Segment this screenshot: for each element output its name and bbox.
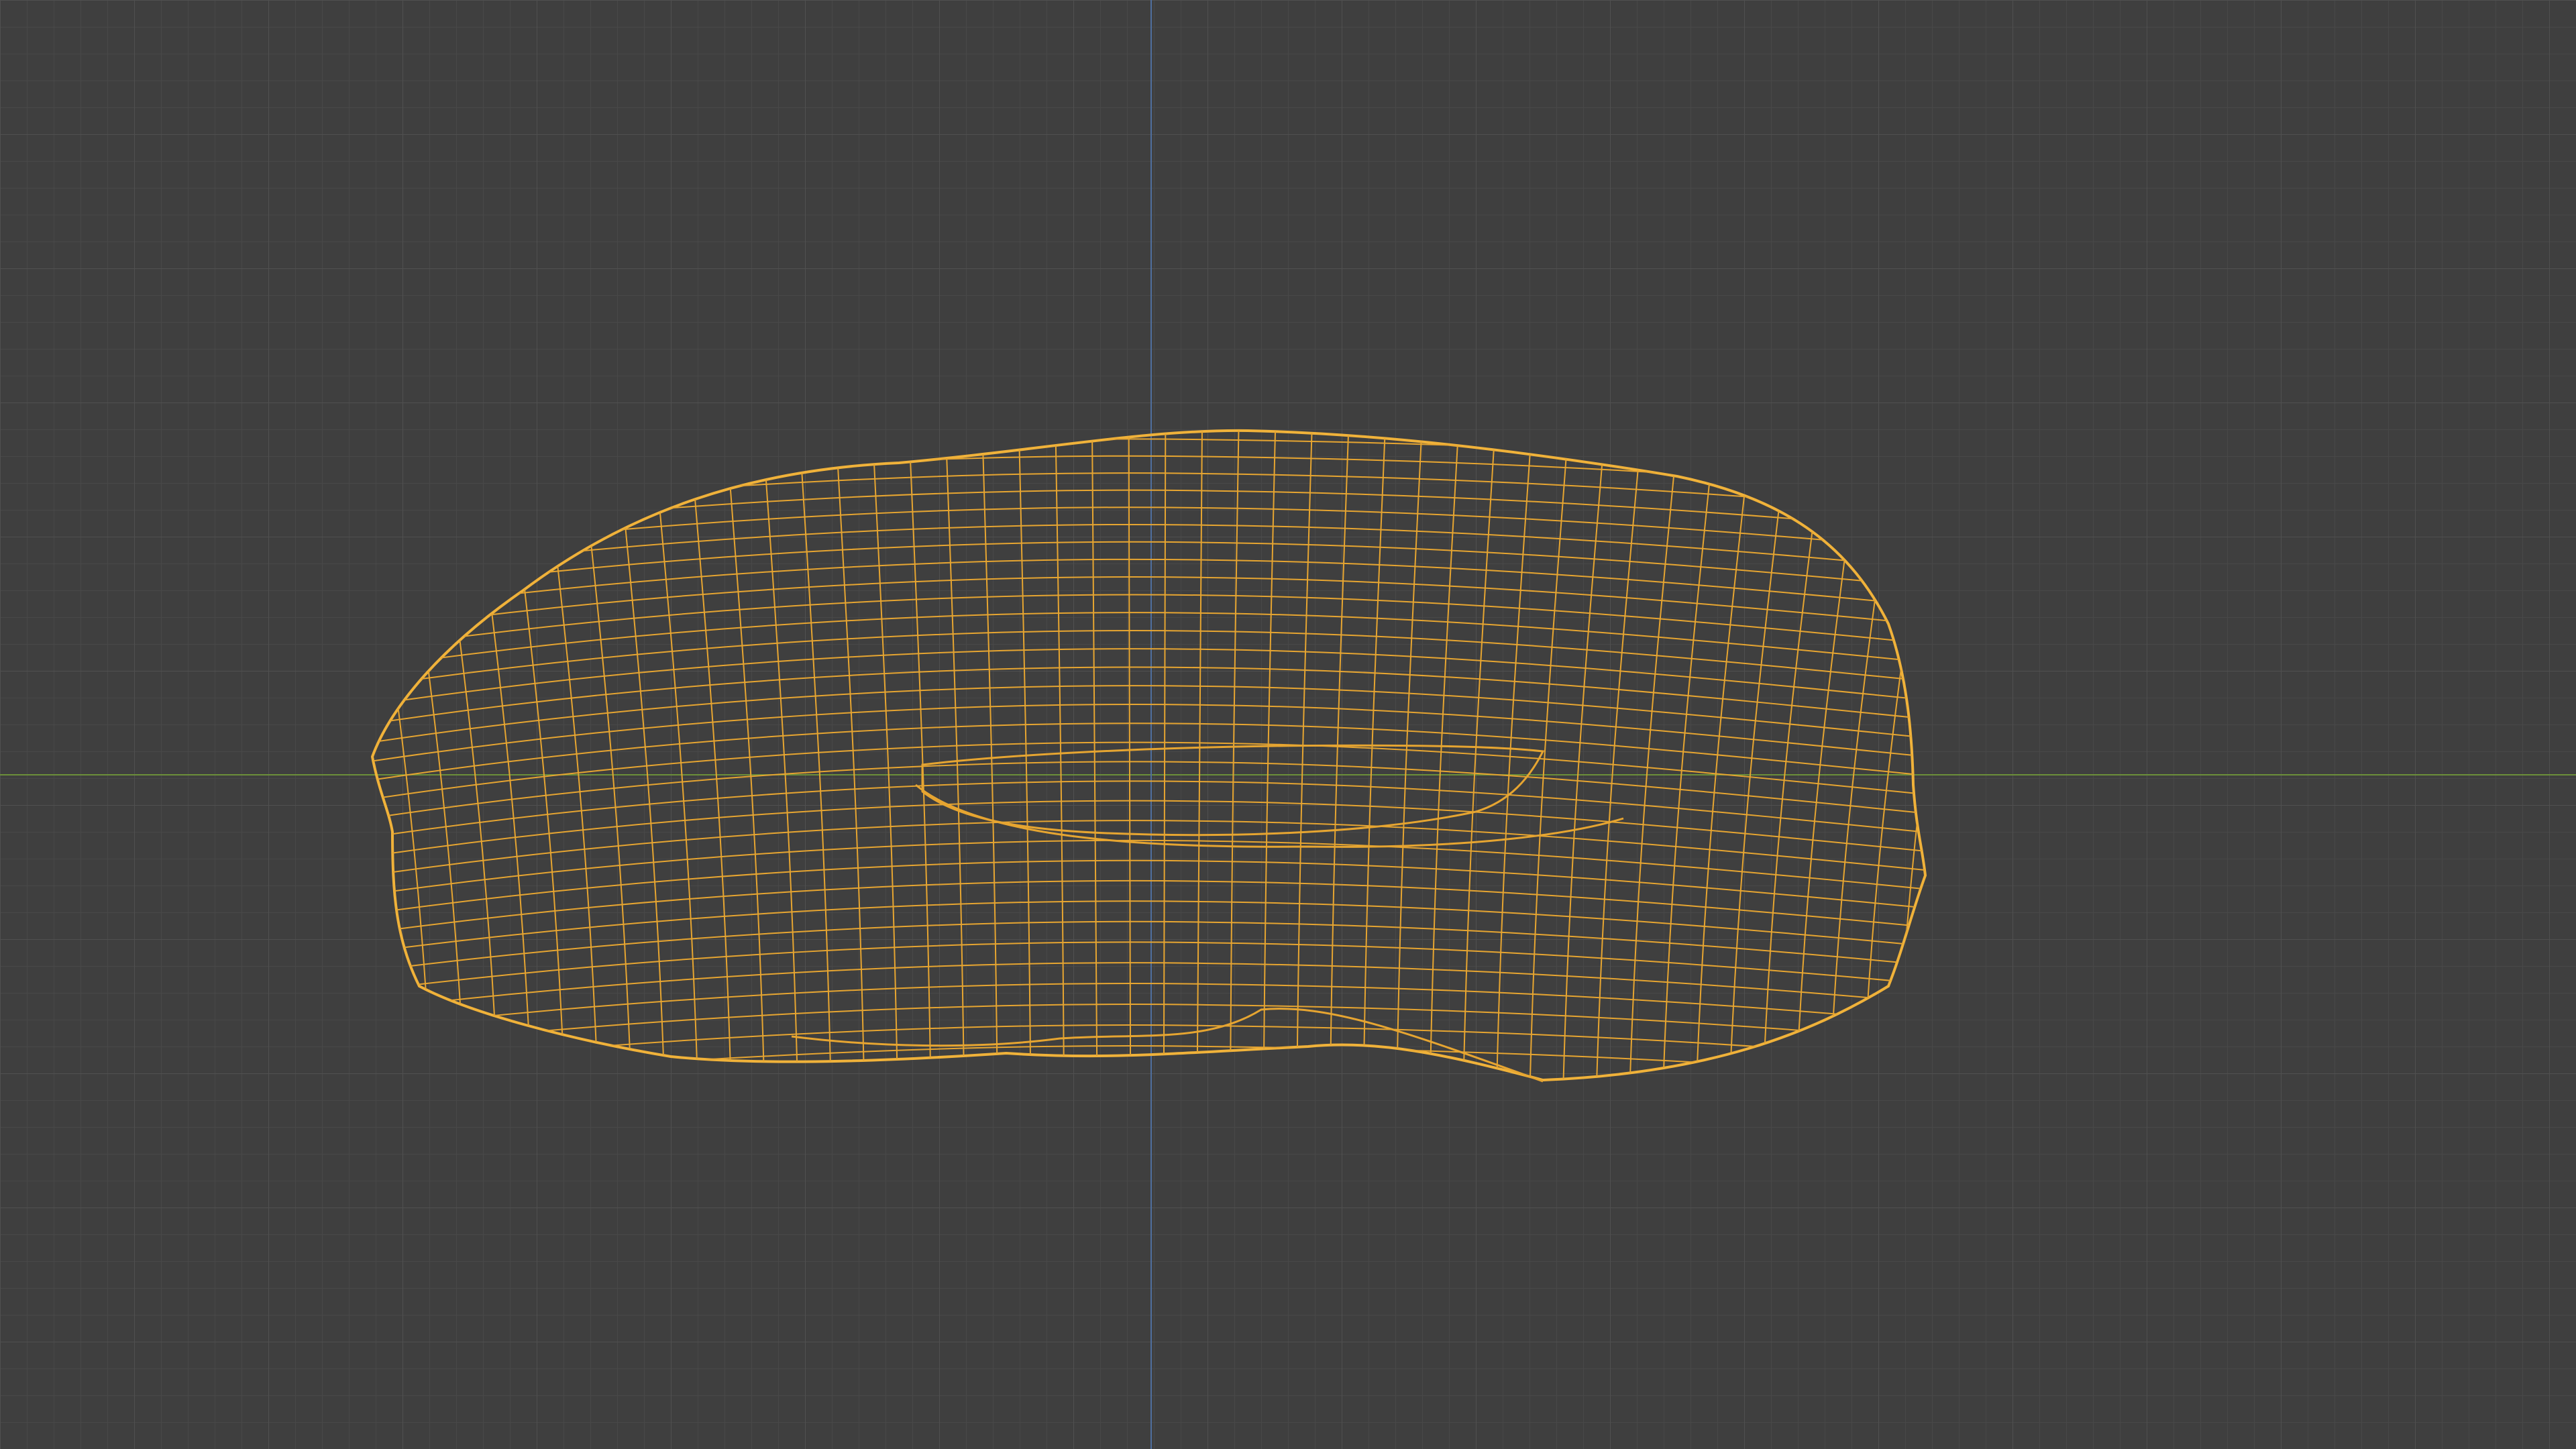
3d-viewport[interactable] xyxy=(0,0,2576,1449)
viewport-canvas[interactable] xyxy=(0,0,2576,1449)
